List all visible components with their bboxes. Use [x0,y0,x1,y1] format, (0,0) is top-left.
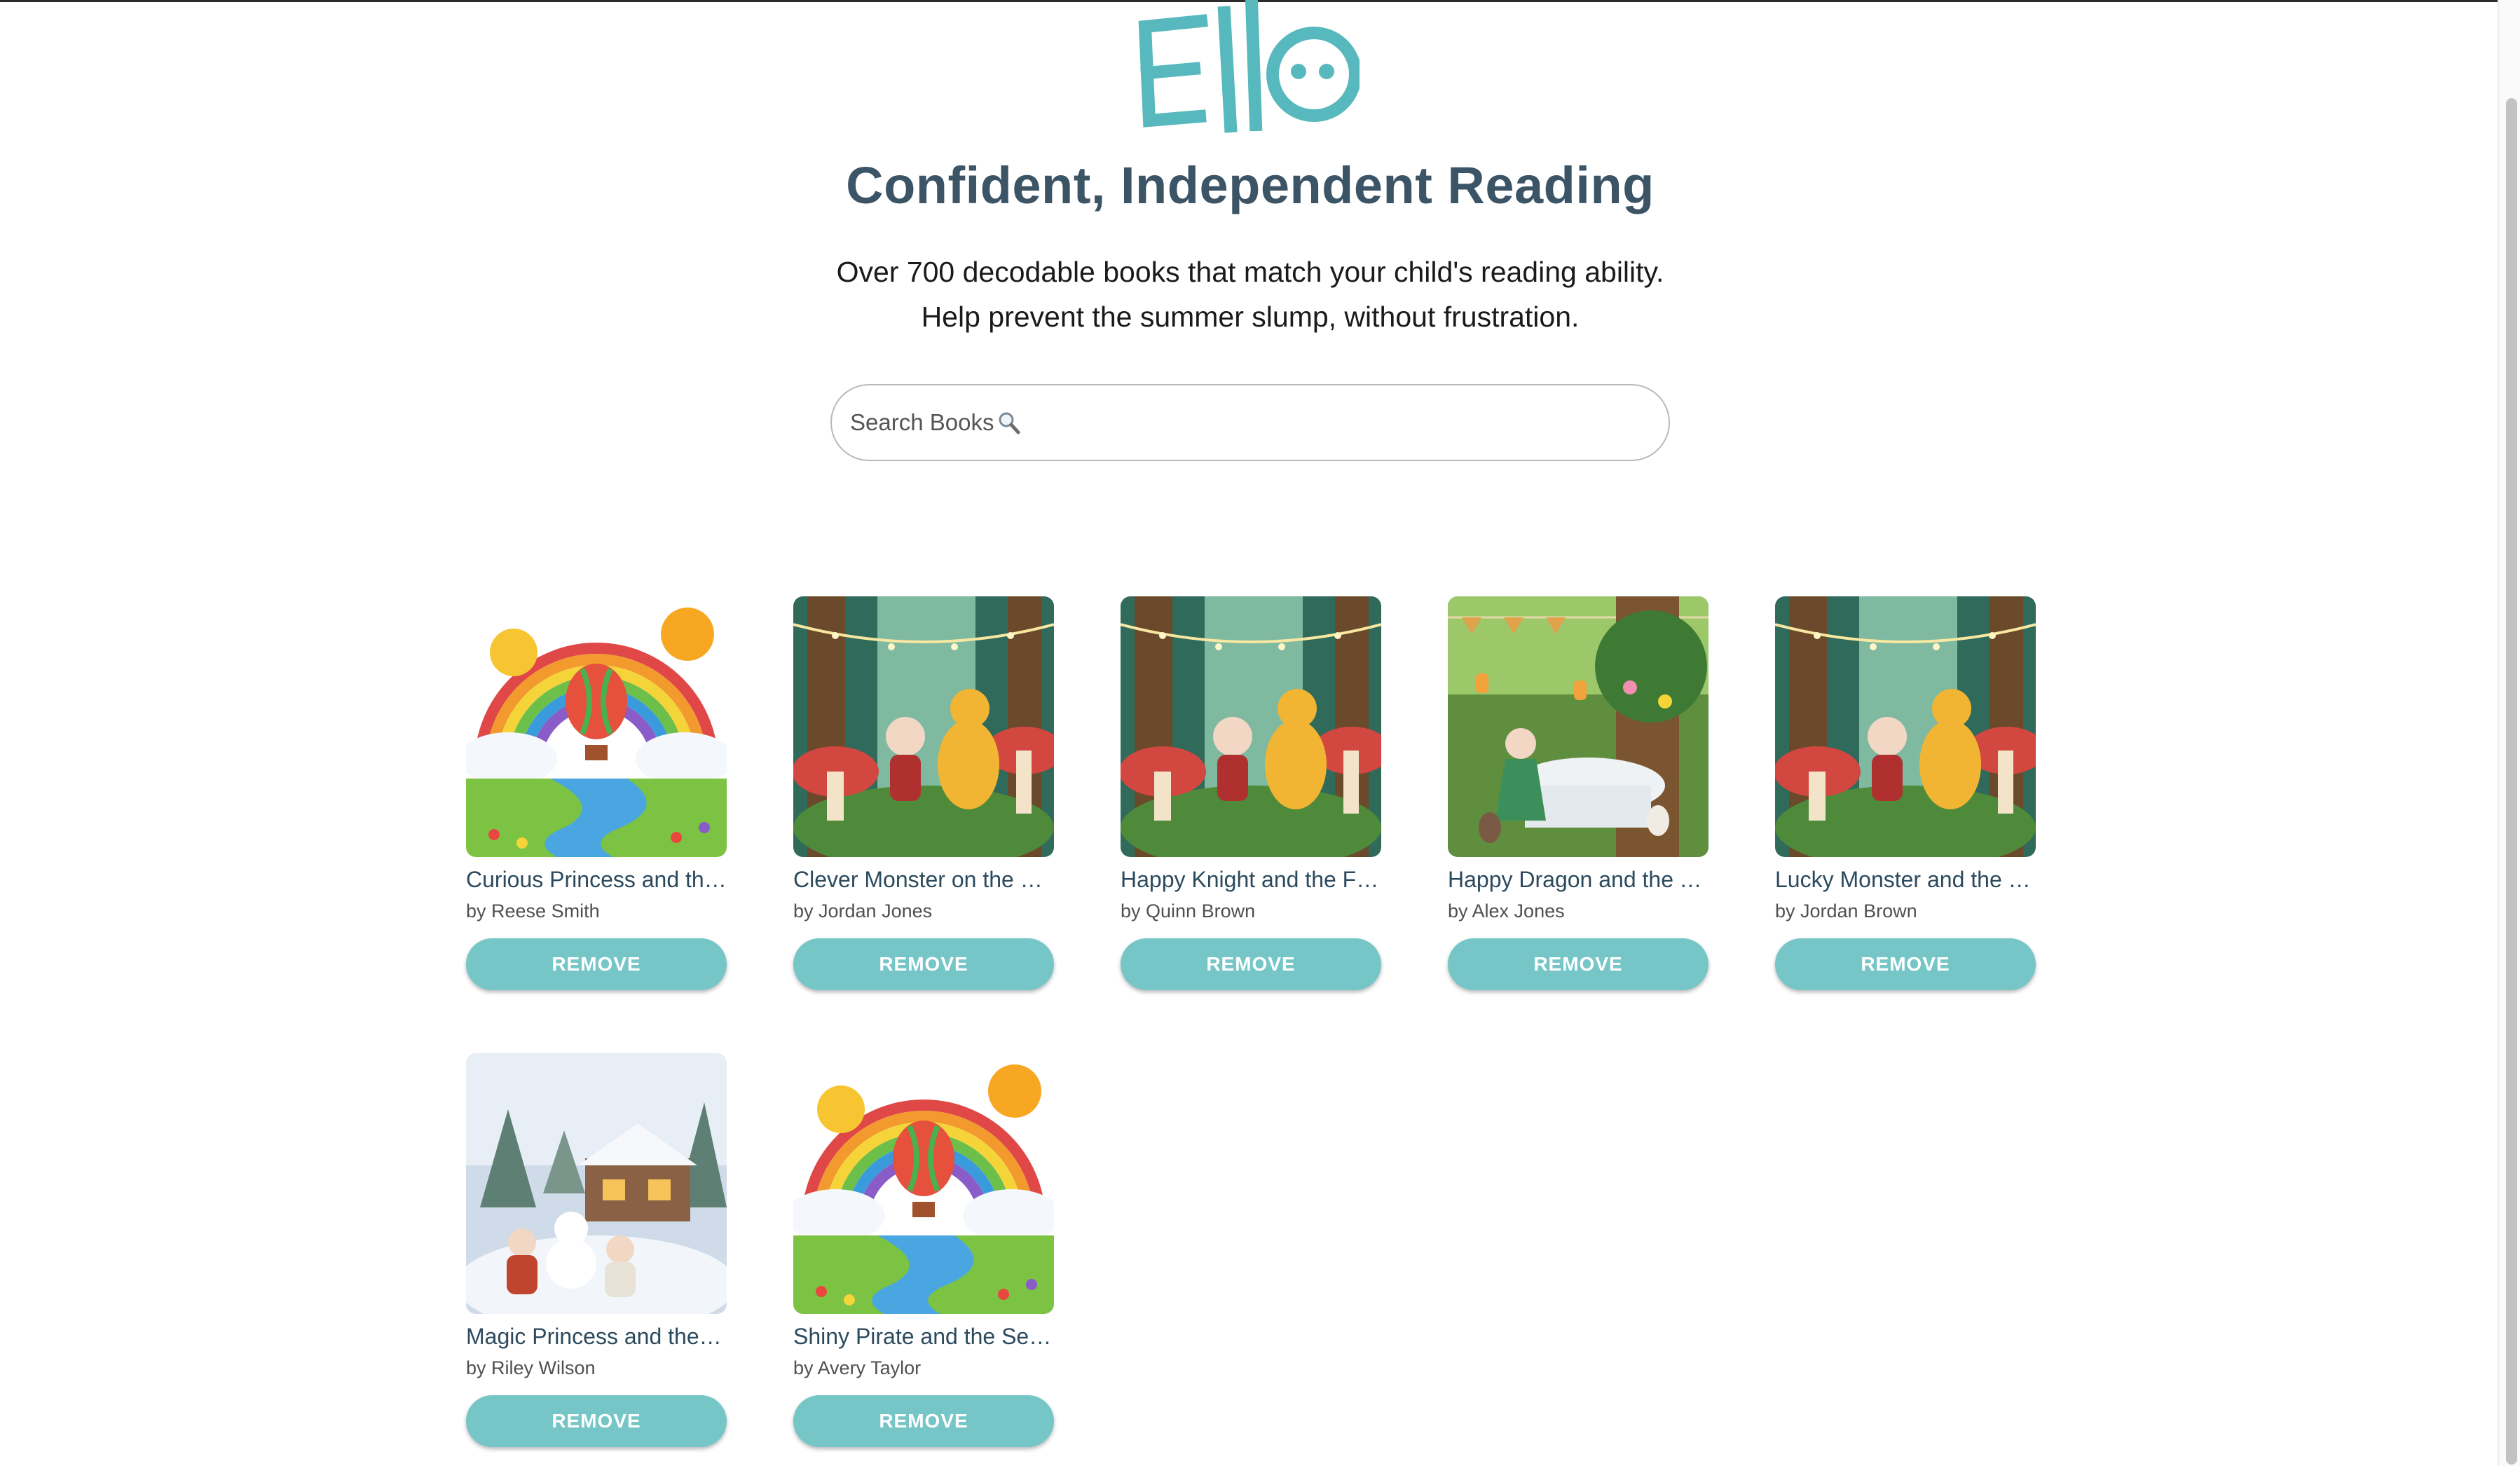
book-card: Curious Princess and the Rainbow Balloon… [466,596,727,990]
subtitle-line-2: Help prevent the summer slump, without f… [921,301,1580,333]
book-cover-snow-day[interactable] [466,1053,727,1314]
remove-button[interactable]: REMOVE [793,1395,1054,1447]
book-title-link[interactable]: Happy Dragon and the Tea Party [1448,865,1708,893]
book-title-link[interactable]: Magic Princess and the Snowy Day [466,1322,727,1350]
scrollbar-thumb[interactable] [2506,98,2517,1465]
remove-button[interactable]: REMOVE [1775,938,2036,990]
book-author: by Quinn Brown [1121,900,1256,922]
remove-button[interactable]: REMOVE [466,938,727,990]
book-author: by Riley Wilson [466,1357,596,1378]
ello-logo[interactable] [1135,0,1360,140]
book-cover-forest-dragon[interactable] [1121,596,1381,857]
magnifier-icon [999,412,1020,434]
book-title-link[interactable]: Happy Knight and the Forest Friend [1121,865,1381,893]
book-author: by Alex Jones [1448,900,1565,922]
subtitle-line-1: Over 700 decodable books that match your… [836,256,1664,288]
book-author: by Jordan Brown [1775,900,1917,922]
book-card: Shiny Pirate and the Secret Rainbow by A… [793,1053,1054,1447]
remove-button[interactable]: REMOVE [793,938,1054,990]
book-card: Happy Dragon and the Tea Party by Alex J… [1448,596,1708,990]
book-author: by Avery Taylor [793,1357,922,1378]
book-card: Lucky Monster and the Mushroom Forest by… [1775,596,2036,990]
remove-button[interactable]: REMOVE [466,1395,727,1447]
book-cover-tea-party[interactable] [1448,596,1708,857]
book-title-link[interactable]: Shiny Pirate and the Secret Rainbow [793,1322,1054,1350]
search-input[interactable]: Search Books [830,384,1670,461]
remove-button[interactable]: REMOVE [1448,938,1708,990]
book-author: by Jordan Jones [793,900,933,922]
scrollbar[interactable] [2498,0,2520,1466]
book-author: by Reese Smith [466,900,600,922]
book-card: Magic Princess and the Snowy Day by Rile… [466,1053,727,1447]
book-cover-forest-dragon[interactable] [1775,596,2036,857]
book-title-link[interactable]: Curious Princess and the Rainbow Balloon [466,865,727,893]
book-title-link[interactable]: Clever Monster on the Forest Path [793,865,1054,893]
page-subtitle: Over 700 decodable books that match your… [0,249,2500,339]
book-cover-rainbow-balloon[interactable] [793,1053,1054,1314]
book-title-link[interactable]: Lucky Monster and the Mushroom Forest [1775,865,2036,893]
book-card: Happy Knight and the Forest Friend by Qu… [1121,596,1381,990]
remove-button[interactable]: REMOVE [1121,938,1381,990]
book-cover-forest-dragon[interactable] [793,596,1054,857]
search-placeholder: Search Books [850,409,994,435]
book-cover-rainbow-balloon[interactable] [466,596,727,857]
page-title: Confident, Independent Reading [846,156,1655,214]
book-card: Clever Monster on the Forest Path by Jor… [793,596,1054,990]
